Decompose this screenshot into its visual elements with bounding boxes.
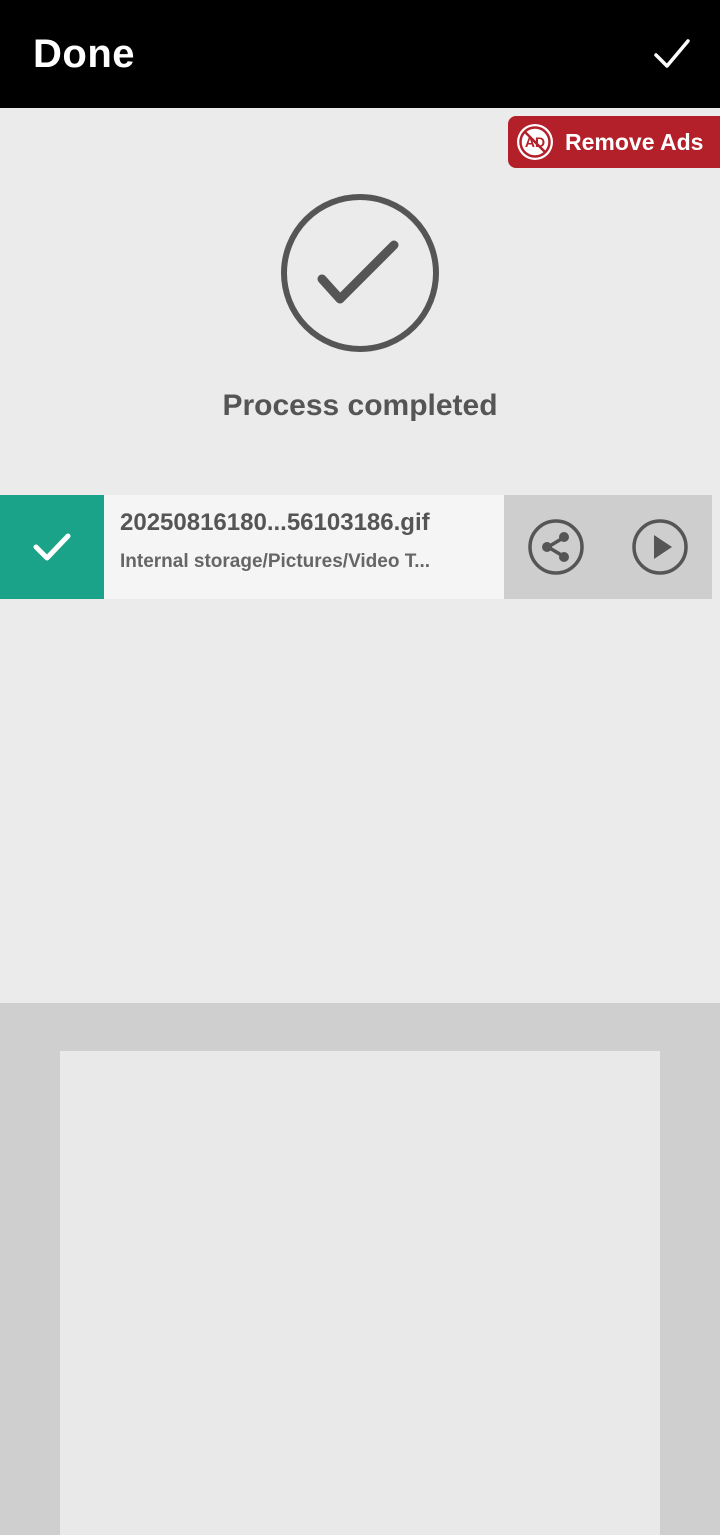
- check-circle-icon: [281, 194, 439, 352]
- checkmark-icon: [33, 533, 71, 561]
- file-path: Internal storage/Pictures/Video T...: [120, 551, 431, 572]
- remove-ads-button[interactable]: AD Remove Ads: [508, 116, 720, 168]
- checkmark-icon: [654, 39, 690, 68]
- play-button[interactable]: [630, 517, 690, 577]
- page-title: Done: [33, 32, 135, 76]
- file-actions: [504, 495, 712, 599]
- top-app-bar: Done: [0, 0, 720, 108]
- play-icon: [632, 519, 688, 575]
- remove-ads-label: Remove Ads: [565, 128, 704, 155]
- file-selected-checkbox[interactable]: [0, 495, 104, 599]
- share-icon: [528, 519, 584, 575]
- output-file-item[interactable]: 20250816180...56103186.gif Internal stor…: [0, 495, 712, 599]
- process-status-text: Process completed: [222, 389, 498, 422]
- confirm-button[interactable]: [644, 26, 700, 82]
- file-info[interactable]: 20250816180...56103186.gif Internal stor…: [104, 495, 504, 599]
- banner-ad-area: [0, 1003, 720, 1535]
- share-button[interactable]: [526, 517, 586, 577]
- file-name: 20250816180...56103186.gif: [120, 509, 430, 536]
- no-ads-icon: AD: [517, 124, 553, 160]
- ad-placeholder[interactable]: [60, 1051, 660, 1535]
